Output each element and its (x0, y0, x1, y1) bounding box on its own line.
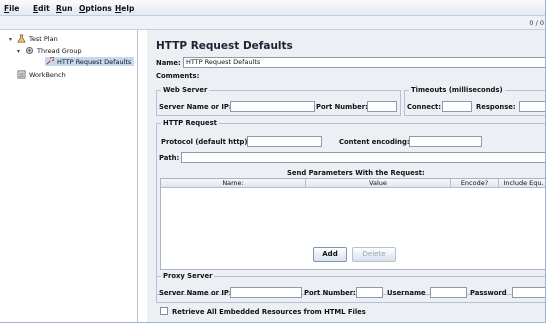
username-input[interactable] (430, 287, 467, 298)
server-name-label: Server Name or IP: (159, 103, 232, 111)
toolbar: 0 / 0 (0, 16, 545, 30)
group-title: Proxy Server (161, 272, 215, 280)
group-title: Web Server (161, 86, 210, 94)
tree-label: WorkBench (29, 70, 66, 79)
port-number-input[interactable] (367, 101, 397, 112)
embedded-resources-checkbox[interactable] (160, 307, 168, 315)
add-button[interactable]: Add (313, 247, 347, 262)
menu-file[interactable]: File (4, 4, 19, 13)
username-label: Username (387, 289, 426, 297)
group-title: HTTP Request (161, 119, 219, 127)
connect-label: Connect: (407, 103, 441, 111)
response-label: Response: (476, 103, 516, 111)
column-header-value[interactable]: Value (306, 179, 451, 188)
parameters-title: Send Parameters With the Request: (287, 169, 425, 177)
column-header-name[interactable]: Name: (161, 179, 306, 188)
menu-run[interactable]: Run (56, 4, 72, 13)
protocol-label: Protocol (default http): (161, 138, 251, 146)
workbench-icon (17, 70, 26, 79)
delete-button[interactable]: Delete (352, 247, 396, 262)
wrench-icon (46, 57, 54, 65)
proxy-server-input[interactable] (230, 287, 302, 298)
proxy-server-label: Server Name or IP: (159, 289, 232, 297)
content-encoding-input[interactable] (409, 136, 482, 147)
menu-bar: File Edit Run Options Help (0, 0, 545, 16)
path-input[interactable] (181, 152, 545, 163)
page-title: HTTP Request Defaults (156, 40, 293, 52)
password-label: Password (470, 289, 507, 297)
protocol-input[interactable] (247, 136, 322, 147)
menu-help[interactable]: Help (115, 4, 134, 13)
http-defaults-panel: HTTP Request Defaults Name: HTTP Request… (147, 30, 545, 322)
name-label: Name: (156, 59, 181, 67)
content-encoding-label: Content encoding: (339, 138, 410, 146)
expand-toggle-icon[interactable]: ▾ (9, 36, 12, 43)
test-plan-tree: ▾ Test Plan ▾ Thread Group HTTP Request … (6, 30, 138, 322)
response-timeout-input[interactable] (519, 101, 545, 112)
menu-options[interactable]: Options (79, 4, 112, 13)
thread-counter: 0 / 0 (529, 19, 544, 27)
tree-node-http-defaults[interactable]: HTTP Request Defaults (45, 57, 135, 66)
tree-label: HTTP Request Defaults (57, 57, 132, 66)
proxy-port-input[interactable] (356, 287, 383, 298)
server-name-input[interactable] (230, 101, 315, 112)
proxy-port-label: Port Number: (304, 289, 356, 297)
gear-icon (25, 46, 34, 55)
tree-node-test-plan[interactable]: Test Plan (17, 34, 58, 43)
port-number-label: Port Number: (316, 103, 368, 111)
tree-label: Test Plan (29, 34, 58, 43)
column-header-encode[interactable]: Encode? (451, 179, 499, 188)
password-input[interactable] (512, 287, 545, 298)
tree-label: Thread Group (37, 46, 82, 55)
jmeter-window: File Edit Run Options Help 0 / 0 ▾ Test … (0, 0, 546, 323)
connect-timeout-input[interactable] (442, 101, 472, 112)
tree-node-workbench[interactable]: WorkBench (17, 70, 66, 79)
embedded-resources-label: Retrieve All Embedded Resources from HTM… (172, 308, 366, 316)
name-field[interactable]: HTTP Request Defaults (183, 57, 545, 68)
flask-icon (17, 34, 26, 43)
expand-toggle-icon[interactable]: ▾ (17, 48, 20, 55)
path-label: Path: (159, 154, 180, 162)
tree-node-thread-group[interactable]: Thread Group (25, 46, 82, 55)
group-title: Timeouts (milliseconds) (409, 86, 505, 94)
menu-edit[interactable]: Edit (33, 4, 50, 13)
comments-label: Comments: (156, 72, 200, 80)
column-header-include-equals[interactable]: Include Equ. (499, 179, 545, 188)
